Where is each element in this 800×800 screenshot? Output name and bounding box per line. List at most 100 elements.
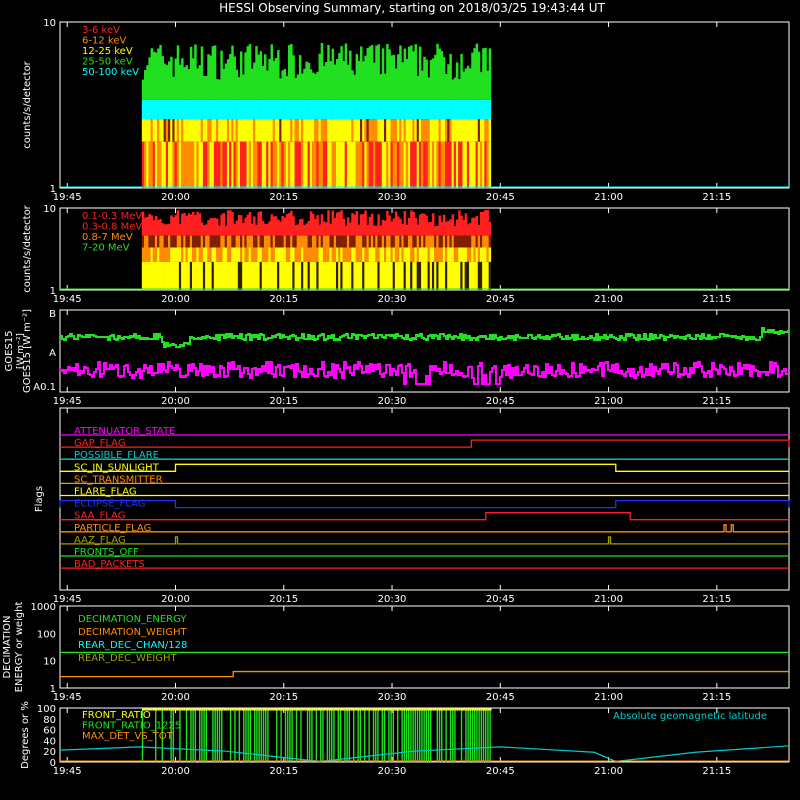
bar-3-12	[239, 141, 243, 188]
bar-0.8-7	[346, 247, 350, 262]
bar-25-50	[388, 49, 391, 100]
x-tick-label: 21:00	[594, 192, 623, 203]
front-ratio-mark	[221, 708, 224, 711]
bar-3-12	[407, 141, 411, 188]
bar-12-25	[294, 119, 298, 142]
bar-12-25	[482, 119, 485, 142]
bar-0.3-0.8	[440, 235, 444, 248]
bar-25-50	[414, 44, 417, 100]
bar-3-12	[298, 141, 302, 188]
bar-0.1-0.3	[283, 217, 287, 236]
bar-0.3-0.8	[344, 235, 348, 248]
bar-0.8-7	[471, 247, 474, 262]
bar-25-50	[259, 51, 263, 100]
bar-0.3-0.8	[335, 235, 339, 248]
bar-0.8-7	[436, 247, 439, 262]
bar-0.8-7	[488, 247, 492, 262]
bar-25-50	[407, 46, 411, 100]
bar-25-50	[250, 68, 254, 100]
bar-25-50	[215, 79, 219, 100]
bar-0.3-0.8	[268, 235, 271, 248]
bar-3-12	[266, 141, 269, 188]
bar-25-50	[320, 42, 324, 100]
bar-0.3-0.8	[242, 235, 245, 248]
bar-3-12	[185, 141, 188, 188]
bar-50-100	[309, 99, 313, 120]
bar-12-25	[141, 119, 145, 142]
bar-0.1-0.3	[349, 222, 352, 236]
bar-0.3-0.8	[421, 235, 424, 248]
bar-0.8-7	[349, 247, 352, 262]
bar-25-50	[353, 74, 356, 100]
bar-0.8-7	[375, 247, 378, 262]
bar-0.1-0.3	[229, 210, 232, 236]
bar-50-100	[274, 99, 278, 120]
bar-25-50	[263, 54, 267, 100]
bar-50-100	[237, 99, 241, 120]
bar-3-12	[401, 141, 404, 188]
bar-50-100	[425, 99, 428, 120]
bar-0.1-0.3	[183, 212, 186, 236]
bar-0.8-7	[257, 247, 260, 262]
bar-0.3-0.8	[239, 235, 243, 248]
bar-0.3-0.8	[187, 235, 191, 248]
bar-low	[259, 261, 263, 290]
bar-25-50	[431, 58, 435, 100]
bar-25-50	[344, 43, 348, 100]
bar-0.1-0.3	[329, 223, 332, 236]
bar-3-12	[386, 141, 389, 188]
x-tick-label: 20:00	[161, 192, 190, 203]
front-ratio-1225-bar	[487, 709, 489, 762]
bar-0.1-0.3	[235, 220, 239, 236]
bar-3-12	[453, 141, 457, 188]
y-axis-label: counts/s/detector	[22, 204, 33, 292]
front-ratio-mark	[247, 708, 250, 711]
bar-50-100	[482, 99, 485, 120]
bar-3-12	[277, 141, 280, 188]
bar-0.8-7	[268, 247, 271, 262]
bar-0.3-0.8	[322, 235, 326, 248]
goes-long-line	[60, 327, 789, 348]
bar-50-100	[222, 99, 226, 120]
bar-25-50	[425, 59, 428, 100]
front-ratio-mark	[392, 708, 395, 711]
front-ratio-1225-bar	[238, 709, 241, 762]
bar-0.3-0.8	[301, 235, 304, 248]
front-ratio-1225-bar	[410, 709, 412, 762]
front-ratio-1225-bar	[243, 709, 245, 762]
front-ratio-mark	[460, 708, 464, 711]
front-ratio-1225-bar	[438, 709, 441, 762]
bar-3-12	[359, 141, 363, 188]
bar-low	[340, 261, 343, 290]
bar-0.1-0.3	[390, 221, 393, 236]
front-ratio-mark	[401, 708, 404, 711]
bar-0.8-7	[458, 247, 461, 262]
x-tick-label: 20:30	[378, 192, 407, 203]
front-ratio-mark	[390, 708, 393, 711]
bar-50-100	[451, 99, 455, 120]
front-ratio-mark	[438, 708, 442, 711]
bar-0.1-0.3	[194, 215, 197, 236]
bar-3-12	[397, 141, 400, 188]
front-ratio-mark	[434, 708, 437, 711]
bar-low	[305, 261, 308, 290]
bar-25-50	[146, 65, 149, 100]
front-ratio-1225-bar	[201, 709, 203, 762]
bar-0.8-7	[290, 247, 293, 262]
bar-0.3-0.8	[255, 235, 258, 248]
bar-50-100	[146, 99, 149, 120]
bar-12-25	[146, 119, 149, 142]
front-ratio-mark	[331, 708, 334, 711]
bar-0.8-7	[157, 247, 160, 262]
panel-3-frame	[59, 309, 790, 393]
bar-0.8-7	[364, 247, 367, 262]
bar-0.3-0.8	[246, 235, 250, 248]
bar-low	[482, 261, 485, 290]
bar-0.8-7	[292, 247, 295, 262]
bar-0.8-7	[416, 247, 420, 262]
front-ratio-mark	[177, 708, 180, 711]
bar-low	[165, 261, 169, 290]
bar-50-100	[462, 99, 465, 120]
bar-12-25	[292, 119, 295, 142]
bar-12-25	[244, 119, 247, 142]
